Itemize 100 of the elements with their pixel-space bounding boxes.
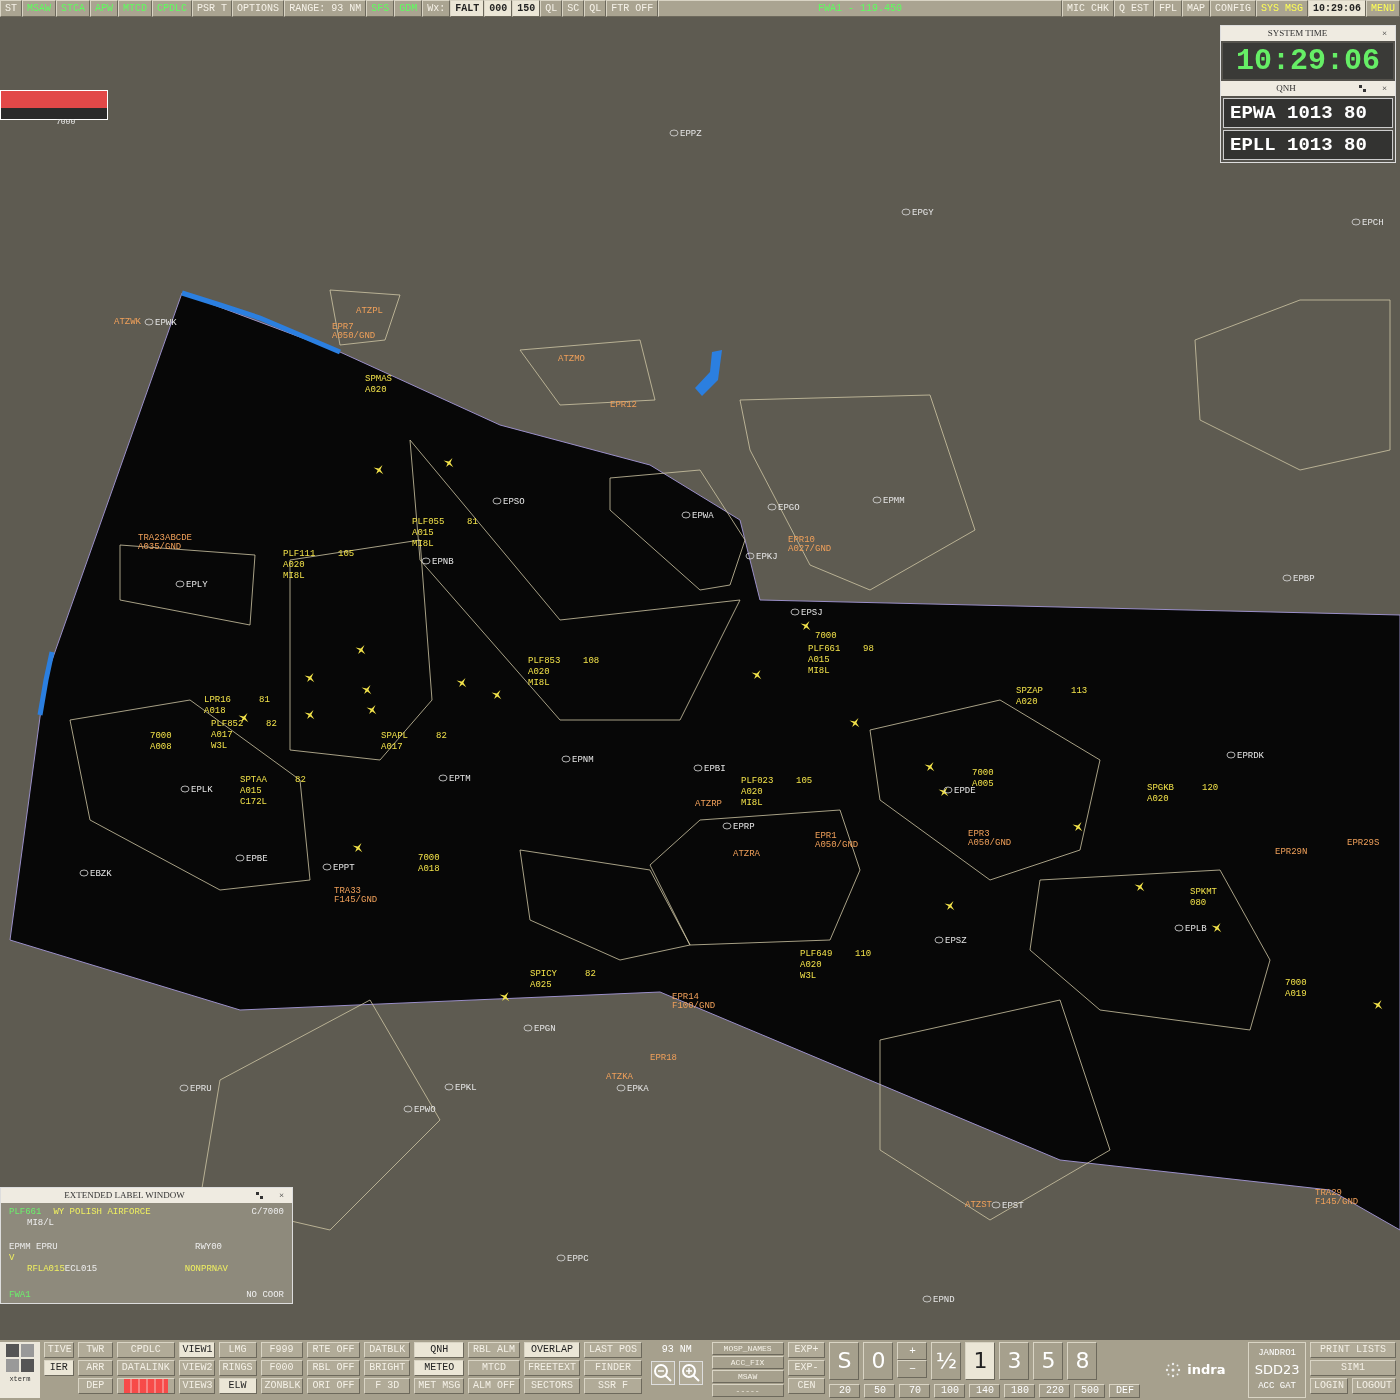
panel-button[interactable]: F 3D <box>364 1378 411 1394</box>
zoom-in-icon[interactable] <box>678 1361 703 1385</box>
toolbar-button[interactable]: Wx: <box>422 0 451 17</box>
close-button[interactable]: × <box>1373 26 1395 41</box>
panel-button[interactable]: F999 <box>260 1342 303 1358</box>
range-preset-button[interactable]: 500 <box>1074 1384 1106 1398</box>
toolbar-button[interactable]: CONFIG <box>1209 0 1256 17</box>
toolbar-button[interactable]: CPDLC <box>152 0 193 17</box>
panel-button[interactable]: BRIGHT <box>364 1360 411 1376</box>
panel-button[interactable]: SECTORS <box>524 1378 580 1394</box>
toolbar-button[interactable]: RANGE: 93 NM <box>284 0 367 17</box>
scale-key[interactable]: + <box>897 1342 928 1360</box>
scale-key[interactable]: ½ <box>931 1342 962 1380</box>
range-preset-button[interactable]: 140 <box>969 1384 1001 1398</box>
panel-button[interactable]: VIEW2 <box>178 1360 215 1376</box>
panel-button[interactable]: ZONBLK <box>260 1378 303 1394</box>
range-preset-button[interactable]: DEF <box>1109 1384 1141 1398</box>
panel-button[interactable]: EXP+ <box>787 1342 826 1358</box>
aircraft-icon <box>491 690 502 700</box>
toolbar-button[interactable]: QL <box>584 0 607 17</box>
toolbar-button[interactable]: MAP <box>1181 0 1210 17</box>
toolbar-button[interactable]: MSAW <box>22 0 57 17</box>
range-preset-button[interactable]: 180 <box>1004 1384 1036 1398</box>
toolbar-button[interactable]: SC <box>562 0 585 17</box>
map-list-button[interactable]: MOSP_NAMES <box>711 1342 784 1355</box>
toolbar-button[interactable]: MTCD <box>118 0 153 17</box>
toolbar-button[interactable]: PSR T <box>192 0 233 17</box>
panel-button[interactable]: RINGS <box>218 1360 257 1376</box>
panel-button[interactable]: QNH <box>414 1342 465 1358</box>
toolbar-button[interactable]: GDM <box>394 0 423 17</box>
airport-code: EPLB <box>1185 924 1207 934</box>
panel-button[interactable]: SSR F <box>584 1378 642 1394</box>
panel-button[interactable]: CEN <box>787 1378 826 1394</box>
panel-button[interactable]: IER <box>43 1360 74 1376</box>
scale-key[interactable]: − <box>897 1360 928 1378</box>
range-preset-button[interactable]: 220 <box>1039 1384 1071 1398</box>
toolbar-button[interactable]: 150 <box>512 0 541 17</box>
toolbar-button[interactable]: Q EST <box>1113 0 1154 17</box>
toolbar-button[interactable]: MENU <box>1366 0 1400 17</box>
toolbar-button[interactable]: QL <box>540 0 563 17</box>
panel-button[interactable]: OVERLAP <box>524 1342 580 1358</box>
toolbar-button[interactable]: STCA <box>56 0 91 17</box>
toolbar-button[interactable]: SFS <box>366 0 395 17</box>
panel-button[interactable]: RTE OFF <box>306 1342 361 1358</box>
map-list-button[interactable]: ----- <box>711 1384 784 1397</box>
toolbar-button[interactable]: SYS MSG <box>1255 0 1308 17</box>
altitude-label: A018 <box>204 706 226 716</box>
window-grid-icon[interactable] <box>3 1342 36 1374</box>
map-list-button[interactable]: MSAW <box>711 1370 784 1383</box>
alarm-button[interactable] <box>116 1378 175 1394</box>
range-preset-button[interactable]: 100 <box>934 1384 966 1398</box>
toolbar-button[interactable]: APW <box>90 0 119 17</box>
panel-button[interactable]: ARR <box>77 1360 113 1376</box>
toolbar-button[interactable]: FTR OFF <box>606 0 659 17</box>
toolbar-button[interactable]: ST <box>0 0 22 17</box>
panel-button[interactable]: TIVE <box>43 1342 74 1358</box>
toolbar-button[interactable]: FPL <box>1153 0 1182 17</box>
panel-button[interactable]: ORI OFF <box>306 1378 361 1394</box>
toolbar-button[interactable]: OPTIONS <box>232 0 285 17</box>
scale-key[interactable]: 1 <box>965 1342 996 1380</box>
panel-button[interactable]: MET MSG <box>414 1378 465 1394</box>
toolbar-button[interactable]: 000 <box>484 0 513 17</box>
panel-button[interactable]: TWR <box>77 1342 113 1358</box>
range-preset-button[interactable]: 50 <box>864 1384 896 1398</box>
panel-button[interactable]: ELW <box>218 1378 257 1394</box>
panel-button[interactable]: FREETEXT <box>524 1360 580 1376</box>
zoom-out-icon[interactable] <box>650 1361 675 1385</box>
panel-button[interactable]: FINDER <box>584 1360 642 1376</box>
panel-button[interactable]: F000 <box>260 1360 303 1376</box>
panel-button[interactable]: LOGOUT <box>1351 1378 1396 1394</box>
panel-button[interactable]: SIM1 <box>1309 1360 1396 1376</box>
scale-key[interactable]: 3 <box>999 1342 1030 1380</box>
toolbar-button[interactable]: MIC CHK <box>1061 0 1114 17</box>
scale-key[interactable]: 8 <box>1067 1342 1098 1380</box>
panel-button[interactable]: VIEW1 <box>178 1342 215 1358</box>
panel-button[interactable]: RBL ALM <box>468 1342 520 1358</box>
panel-button[interactable]: PRINT LISTS <box>1309 1342 1396 1358</box>
toolbar-button[interactable]: FALT <box>450 0 485 17</box>
panel-button[interactable]: DATALINK <box>116 1360 175 1376</box>
panel-button[interactable]: DATBLK <box>364 1342 411 1358</box>
scale-key[interactable]: 5 <box>1033 1342 1064 1380</box>
range-preset-button[interactable]: 20 <box>829 1384 861 1398</box>
panel-button[interactable]: LAST POS <box>584 1342 642 1358</box>
scale-key[interactable]: 0 <box>863 1342 894 1380</box>
map-list-button[interactable]: ACC_FIX <box>711 1356 784 1369</box>
close-button[interactable]: × <box>1373 81 1395 96</box>
close-button[interactable]: × <box>270 1188 292 1203</box>
panel-button[interactable]: VIEW3 <box>178 1378 215 1394</box>
range-preset-button[interactable]: 70 <box>899 1384 931 1398</box>
panel-button[interactable]: LMG <box>218 1342 257 1358</box>
panel-button[interactable]: LOGIN <box>1309 1378 1348 1394</box>
panel-button[interactable]: RBL OFF <box>306 1360 361 1376</box>
panel-button[interactable]: EXP- <box>787 1360 826 1376</box>
panel-button[interactable]: ALM OFF <box>468 1378 520 1394</box>
scale-key[interactable]: S <box>829 1342 860 1380</box>
panel-button[interactable]: DEP <box>77 1378 113 1394</box>
panel-button[interactable]: MTCD <box>468 1360 520 1376</box>
toolbar-button[interactable]: 10:29:06 <box>1307 0 1366 17</box>
panel-button[interactable]: METEO <box>414 1360 465 1376</box>
panel-button[interactable]: CPDLC <box>116 1342 175 1358</box>
